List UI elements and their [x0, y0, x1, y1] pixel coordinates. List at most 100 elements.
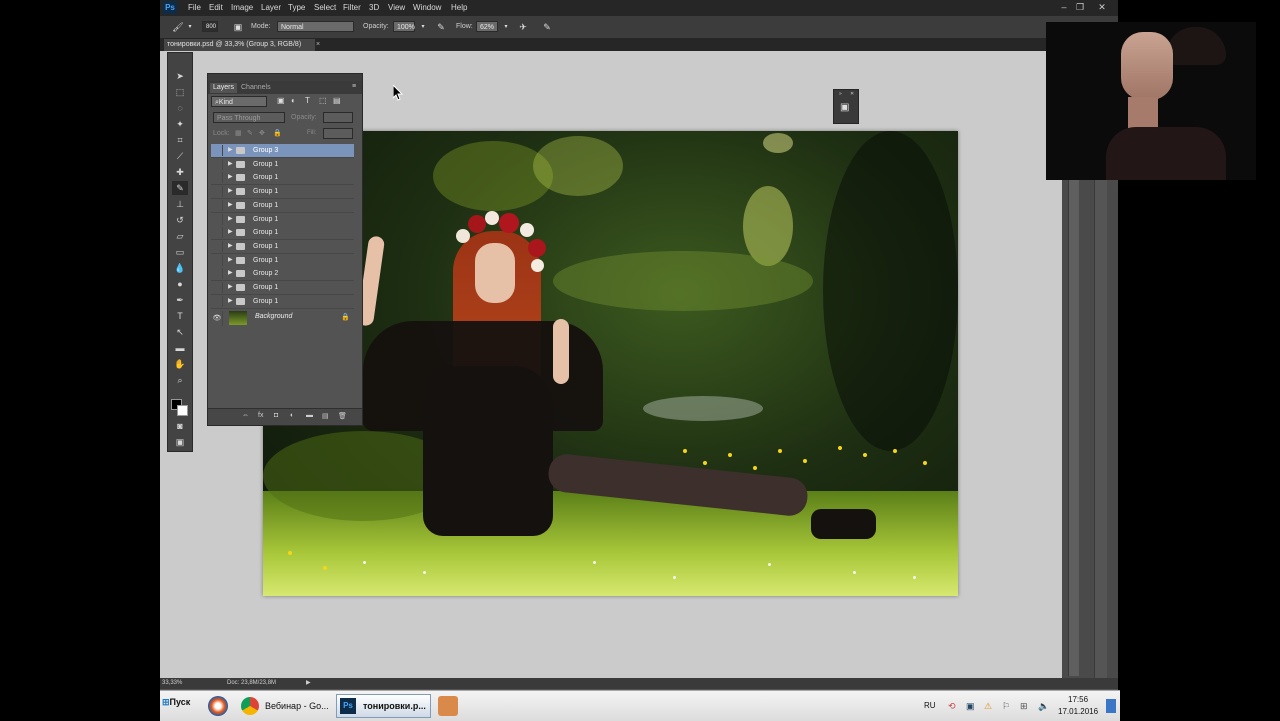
menu-image[interactable]: Image: [231, 3, 253, 12]
brush-tool-icon[interactable]: 🖌: [172, 21, 184, 33]
menu-view[interactable]: View: [388, 3, 405, 12]
filter-shape-icon[interactable]: ⬚: [319, 96, 327, 105]
lasso-tool-icon[interactable]: ◌: [172, 101, 188, 115]
expand-arrow-icon[interactable]: ▶: [228, 227, 233, 238]
visibility-toggle[interactable]: [212, 227, 223, 239]
opacity-dropdown-icon[interactable]: ▾: [417, 21, 429, 33]
brush-panel-icon[interactable]: ▣: [232, 21, 244, 33]
dodge-tool-icon[interactable]: ●: [172, 277, 188, 291]
layer-row[interactable]: ▶ Group 1: [211, 157, 354, 172]
lock-pixels-icon[interactable]: ▦: [235, 129, 242, 137]
menu-window[interactable]: Window: [413, 3, 441, 12]
pressure-size-icon[interactable]: ✎: [541, 21, 553, 33]
visibility-toggle[interactable]: [212, 254, 223, 266]
clock-time[interactable]: 17:56: [1068, 695, 1088, 704]
quick-mask-icon[interactable]: ◙: [172, 419, 188, 433]
layer-row[interactable]: ▶ Group 1: [211, 212, 354, 227]
expand-arrow-icon[interactable]: ▶: [228, 268, 233, 279]
menu-layer[interactable]: Layer: [261, 3, 281, 12]
crop-tool-icon[interactable]: ⌗: [172, 133, 188, 147]
layer-row[interactable]: ▶ Group 3: [211, 144, 354, 158]
restore-icon[interactable]: ❐: [1074, 2, 1086, 13]
type-tool-icon[interactable]: T: [172, 309, 188, 323]
background-color-swatch[interactable]: [177, 405, 188, 416]
show-desktop-button[interactable]: [1106, 699, 1116, 713]
menu-select[interactable]: Select: [314, 3, 336, 12]
visibility-toggle[interactable]: [212, 213, 223, 225]
layer-row[interactable]: ▶ Group 1: [211, 281, 354, 295]
scrollbar-thumb[interactable]: [1068, 171, 1079, 676]
gradient-tool-icon[interactable]: ▭: [172, 245, 188, 259]
stamp-tool-icon[interactable]: ⊥: [172, 197, 188, 211]
opacity-field[interactable]: 100%: [393, 21, 415, 32]
visibility-toggle[interactable]: [212, 240, 223, 252]
background-layer-row[interactable]: 👁 Background 🔒: [211, 310, 354, 327]
layer-row[interactable]: ▶ Group 1: [211, 253, 354, 268]
start-button[interactable]: ⊞Пуск: [162, 697, 190, 708]
tray-flag-icon[interactable]: ⚐: [1002, 701, 1012, 711]
layer-row[interactable]: ▶ Group 1: [211, 185, 354, 200]
tab-close-icon[interactable]: ×: [316, 39, 320, 51]
link-layers-icon[interactable]: ⇔: [242, 412, 249, 419]
expand-arrow-icon[interactable]: ▶: [228, 214, 233, 225]
menu-filter[interactable]: Filter: [343, 3, 361, 12]
expand-arrow-icon[interactable]: ▶: [228, 186, 233, 197]
adjustment-layer-icon[interactable]: ◐: [290, 412, 294, 419]
filter-type-icon[interactable]: T: [305, 96, 310, 105]
layer-row[interactable]: ▶ Group 1: [211, 198, 354, 213]
panel-close-icon[interactable]: ✕: [850, 91, 854, 97]
tray-volume-icon[interactable]: 🔈: [1038, 701, 1049, 711]
add-mask-icon[interactable]: ◘: [274, 412, 278, 419]
airbrush-icon[interactable]: ✈: [517, 21, 529, 33]
tray-app-icon[interactable]: ⟲: [948, 701, 958, 711]
filter-kind-select[interactable]: ⌕Kind: [211, 96, 267, 107]
close-icon[interactable]: ✕: [1096, 2, 1108, 13]
new-group-icon[interactable]: ▬: [306, 412, 313, 419]
hand-tool-icon[interactable]: ✋: [172, 357, 188, 371]
menu-help[interactable]: Help: [451, 3, 467, 12]
expand-arrow-icon[interactable]: ▶: [228, 200, 233, 211]
photoshop-task-button[interactable]: Ps тонировки.р...: [336, 694, 431, 718]
eye-icon[interactable]: 👁: [212, 311, 223, 326]
collapsed-panel[interactable]: » ✕ ▣: [833, 89, 859, 124]
shape-tool-icon[interactable]: ▬: [172, 341, 188, 355]
visibility-toggle[interactable]: [212, 158, 223, 170]
menu-edit[interactable]: Edit: [209, 3, 223, 12]
expand-arrow-icon[interactable]: ▶: [228, 296, 233, 307]
pressure-opacity-icon[interactable]: ✎: [435, 21, 447, 33]
expand-arrow-icon[interactable]: ▶: [228, 282, 233, 293]
panel-menu-icon[interactable]: ≡: [352, 83, 356, 90]
expand-arrow-icon[interactable]: ▶: [228, 145, 233, 156]
menu-file[interactable]: File: [188, 3, 201, 12]
tray-display-icon[interactable]: ⊞: [1020, 701, 1030, 711]
filter-smart-icon[interactable]: ▤: [333, 96, 341, 105]
avast-icon[interactable]: [208, 696, 228, 716]
flow-dropdown-icon[interactable]: ▾: [500, 21, 512, 33]
panel-header[interactable]: [208, 74, 362, 81]
layer-opacity-field[interactable]: [323, 112, 353, 123]
visibility-toggle[interactable]: [212, 172, 223, 184]
lock-all-icon[interactable]: 🔒: [273, 129, 282, 137]
visibility-toggle[interactable]: [212, 186, 223, 198]
eyedropper-tool-icon[interactable]: ⟋: [172, 149, 188, 163]
status-arrow-icon[interactable]: ▶: [306, 679, 311, 686]
document-tab[interactable]: тонировки.psd @ 33,3% (Group 3, RGB/8): [164, 39, 316, 51]
new-layer-icon[interactable]: ▤: [322, 412, 329, 420]
fx-icon[interactable]: fx: [258, 412, 263, 419]
expand-arrow-icon[interactable]: ▶: [228, 159, 233, 170]
chevron-down-icon[interactable]: ▾: [184, 21, 196, 33]
visibility-toggle[interactable]: [212, 199, 223, 211]
filter-adjustment-icon[interactable]: ◐: [291, 96, 296, 105]
mode-select[interactable]: Normal: [277, 21, 354, 32]
healing-tool-icon[interactable]: ✚: [172, 165, 188, 179]
brush-size-preview[interactable]: 800: [202, 21, 218, 32]
expand-arrow-icon[interactable]: ▶: [228, 255, 233, 266]
minimize-icon[interactable]: –: [1058, 2, 1070, 13]
blend-mode-select[interactable]: Pass Through: [213, 112, 285, 123]
layer-fill-field[interactable]: [323, 128, 353, 139]
path-select-tool-icon[interactable]: ↖: [172, 325, 188, 339]
layer-row[interactable]: ▶ Group 1: [211, 226, 354, 241]
lock-move-icon[interactable]: ✥: [259, 129, 265, 137]
filter-pixel-icon[interactable]: ▣: [277, 96, 285, 105]
tab-layers[interactable]: Layers: [210, 83, 238, 93]
